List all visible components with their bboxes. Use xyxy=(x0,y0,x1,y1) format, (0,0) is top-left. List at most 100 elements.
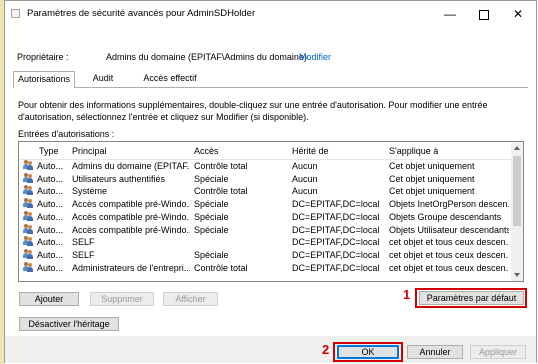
cell-herite: DC=EPITAF,DC=local xyxy=(292,224,380,235)
cell-herite: DC=EPITAF,DC=local xyxy=(292,199,380,210)
view-button[interactable]: Afficher xyxy=(163,292,218,306)
users-icon xyxy=(23,198,34,209)
tab-audit[interactable]: Audit xyxy=(81,71,125,87)
users-icon xyxy=(23,248,34,259)
cell-applique: cet objet et tous ceux descen... xyxy=(389,249,509,260)
cell-type-text: Auto... xyxy=(37,237,64,248)
cell-principal: Accès compatible pré-Windo... xyxy=(72,224,190,235)
users-icon xyxy=(23,236,34,247)
cell-type: Auto... xyxy=(23,261,71,274)
permission-entries-list[interactable]: Type Principal Accès Hérité de S'appliqu… xyxy=(18,141,524,282)
cancel-button[interactable]: Annuler xyxy=(407,345,463,359)
cell-principal: Utilisateurs authentifiés xyxy=(72,173,166,184)
users-icon xyxy=(23,172,34,183)
cell-type: Auto... xyxy=(23,172,71,185)
cell-principal: Administrateurs de l'entrepri... xyxy=(72,262,190,273)
cell-type: Auto... xyxy=(23,236,71,248)
column-header-herite[interactable]: Hérité de xyxy=(292,146,387,156)
cell-type: Auto... xyxy=(23,223,71,236)
cell-principal: SELF xyxy=(72,237,95,248)
cell-acces: Spéciale xyxy=(194,249,229,260)
cell-type: Auto... xyxy=(23,160,71,172)
cell-type: Auto... xyxy=(23,198,71,210)
owner-label: Propriétaire : xyxy=(17,52,69,62)
scroll-down-icon[interactable] xyxy=(514,273,520,277)
scroll-up-icon[interactable] xyxy=(514,146,520,150)
cell-principal: Admins du domaine (EPITAF... xyxy=(72,161,190,171)
cell-herite: DC=EPITAF,DC=local xyxy=(292,237,380,248)
cell-applique: Cet objet uniquement xyxy=(389,186,475,197)
cell-applique: Cet objet uniquement xyxy=(389,173,475,184)
cell-applique: cet objet et tous ceux descen... xyxy=(389,237,509,248)
minimize-button[interactable]: — xyxy=(433,1,467,27)
table-row[interactable]: Auto... Accès compatible pré-Windo... Spéc… xyxy=(19,210,513,224)
column-header-principal[interactable]: Principal xyxy=(72,146,190,156)
cell-type-text: Auto... xyxy=(37,186,64,197)
cell-type: Auto... xyxy=(23,210,71,223)
cell-acces: Spéciale xyxy=(194,173,229,184)
close-button[interactable]: ✕ xyxy=(501,1,535,27)
cell-applique: Objets Groupe descendants xyxy=(389,211,502,222)
cell-type-text: Auto... xyxy=(37,224,64,235)
cell-type: Auto... xyxy=(23,185,71,197)
users-icon xyxy=(23,185,34,196)
window-icon xyxy=(11,9,20,18)
advanced-security-dialog: Paramètres de sécurité avancés pour Admi… xyxy=(4,0,537,363)
cell-acces: Spéciale xyxy=(194,199,229,210)
cell-applique: cet objet et tous ceux descen... xyxy=(389,262,509,273)
cell-applique: Objets InetOrgPerson descen... xyxy=(389,199,509,210)
entries-label: Entrées d'autorisations : xyxy=(18,129,115,139)
cell-principal: Système xyxy=(72,186,108,197)
cell-applique: Objets Utilisateur descendants xyxy=(389,224,509,235)
scroll-thumb[interactable] xyxy=(513,156,521,226)
owner-modify-link[interactable]: Modifier xyxy=(299,52,331,62)
annotation-number-2: 2 xyxy=(322,342,330,357)
cell-herite: Aucun xyxy=(292,173,318,184)
tab-acces-effectif[interactable]: Accès effectif xyxy=(131,71,209,87)
cell-type-text: Auto... xyxy=(37,161,64,171)
cell-principal: Accès compatible pré-Windo... xyxy=(72,211,190,222)
cell-herite: Aucun xyxy=(292,186,318,197)
cell-type-text: Auto... xyxy=(37,211,64,222)
cell-acces: Contrôle total xyxy=(194,186,248,197)
cell-applique: Cet objet uniquement xyxy=(389,161,475,171)
cell-type-text: Auto... xyxy=(37,199,64,210)
maximize-button[interactable] xyxy=(467,1,501,27)
list-header: Type Principal Accès Hérité de S'appliqu… xyxy=(19,142,513,160)
column-header-acces[interactable]: Accès xyxy=(194,146,290,156)
list-scrollbar[interactable] xyxy=(511,142,523,281)
cell-acces: Spéciale xyxy=(194,211,229,222)
window-title: Paramètres de sécurité avancés pour Admi… xyxy=(27,8,256,19)
apply-button[interactable]: Appliquer xyxy=(470,345,526,359)
table-row[interactable]: Auto... Utilisateurs authentifiés Spéciale… xyxy=(19,172,513,186)
remove-button[interactable]: Supprimer xyxy=(90,292,154,306)
cell-principal: Accès compatible pré-Windo... xyxy=(72,199,190,210)
cell-acces: Contrôle total xyxy=(194,262,248,273)
cell-acces: Contrôle total xyxy=(194,161,248,171)
owner-value: Admins du domaine (EPITAF\Admins du doma… xyxy=(106,52,307,62)
info-text: Pour obtenir des informations supplément… xyxy=(18,100,488,122)
cell-herite: Aucun xyxy=(292,161,318,171)
annotation-number-1: 1 xyxy=(403,287,411,302)
column-header-applique[interactable]: S'applique à xyxy=(389,146,509,156)
users-icon xyxy=(23,223,34,234)
title-bar: Paramètres de sécurité avancés pour Admi… xyxy=(5,1,536,27)
users-icon xyxy=(23,160,34,170)
tab-autorisations[interactable]: Autorisations xyxy=(13,71,75,88)
add-button[interactable]: Ajouter xyxy=(19,292,79,306)
table-row[interactable]: Auto... SELF DC=EPITAF,DC=local cet objet e… xyxy=(19,236,513,249)
table-row[interactable]: Auto... Accès compatible pré-Windo... Spéc… xyxy=(19,198,513,211)
cell-type-text: Auto... xyxy=(37,262,64,273)
table-row[interactable]: Auto... Administrateurs de l'entrepri... C… xyxy=(19,261,513,275)
disable-inheritance-button[interactable]: Désactiver l'héritage xyxy=(19,317,119,331)
cell-type: Auto... xyxy=(23,248,71,261)
table-row[interactable]: Auto... Système Contrôle total Aucun Cet obj… xyxy=(19,185,513,198)
tab-divider xyxy=(13,87,528,88)
annotation-box-2 xyxy=(333,342,403,362)
cell-herite: DC=EPITAF,DC=local xyxy=(292,211,380,222)
table-row[interactable]: Auto... SELF Spéciale DC=EPITAF,DC=local cet… xyxy=(19,248,513,262)
cell-herite: DC=EPITAF,DC=local xyxy=(292,249,380,260)
table-row[interactable]: Auto... Admins du domaine (EPITAF... Contr… xyxy=(19,160,513,173)
cell-principal: SELF xyxy=(72,249,95,260)
table-row[interactable]: Auto... Accès compatible pré-Windo... Spéc… xyxy=(19,223,513,237)
